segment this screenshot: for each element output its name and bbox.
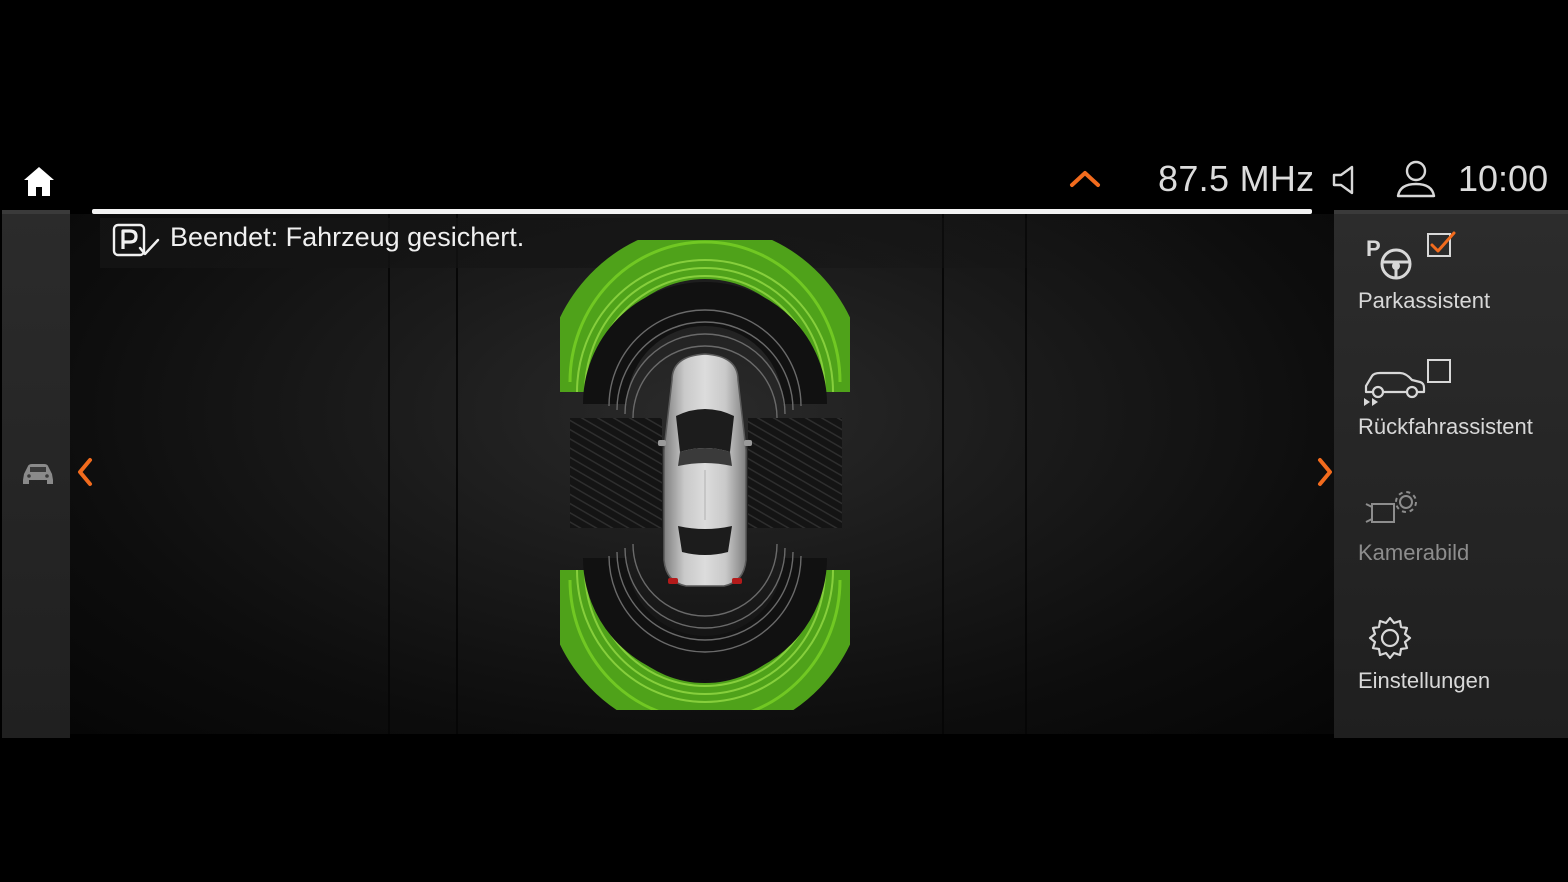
checkbox-checked-icon[interactable]: [1426, 230, 1458, 260]
previous-view-button[interactable]: [74, 455, 96, 489]
next-view-button[interactable]: [1314, 455, 1336, 489]
menu-item-parkassistent[interactable]: P Parkassistent: [1340, 224, 1564, 336]
menu-item-kamerabild[interactable]: Kamerabild: [1340, 478, 1564, 590]
menu-label-kamerabild: Kamerabild: [1358, 540, 1470, 565]
radio-frequency[interactable]: 87.5 MHz: [1158, 158, 1314, 200]
camera-settings-icon: [1365, 491, 1417, 523]
menu-label-rueckfahrassistent: Rückfahrassistent: [1358, 414, 1533, 439]
menu-item-einstellungen[interactable]: Einstellungen: [1340, 604, 1564, 716]
profile-icon[interactable]: [1392, 158, 1440, 200]
parking-sensor-display: [543, 225, 867, 737]
svg-text:P: P: [1366, 236, 1381, 261]
parking-check-icon: [112, 222, 162, 260]
home-button[interactable]: [20, 162, 58, 200]
speaker-icon[interactable]: [1330, 162, 1362, 198]
menu-label-parkassistent: Parkassistent: [1358, 288, 1491, 313]
vehicle-top-view: [658, 353, 752, 587]
gear-icon: [1368, 616, 1412, 660]
side-zone-right: [748, 418, 842, 528]
chevron-right-icon: [1318, 458, 1332, 486]
car-icon[interactable]: [20, 458, 56, 486]
clock: 10:00: [1458, 158, 1549, 199]
menu-label-einstellungen: Einstellungen: [1358, 668, 1491, 693]
expand-button[interactable]: [1066, 165, 1104, 191]
chevron-left-icon: [78, 458, 92, 486]
menu-item-rueckfahrassistent[interactable]: Rückfahrassistent: [1340, 350, 1564, 462]
checkbox-unchecked-icon[interactable]: [1426, 358, 1454, 386]
chevron-up-icon: [1070, 171, 1100, 187]
side-zone-left: [570, 418, 662, 528]
reverse-assist-icon: [1364, 371, 1426, 406]
progress-bar: [92, 209, 1312, 214]
home-icon: [24, 167, 54, 196]
notice-text: Beendet: Fahrzeug gesichert.: [170, 222, 525, 252]
